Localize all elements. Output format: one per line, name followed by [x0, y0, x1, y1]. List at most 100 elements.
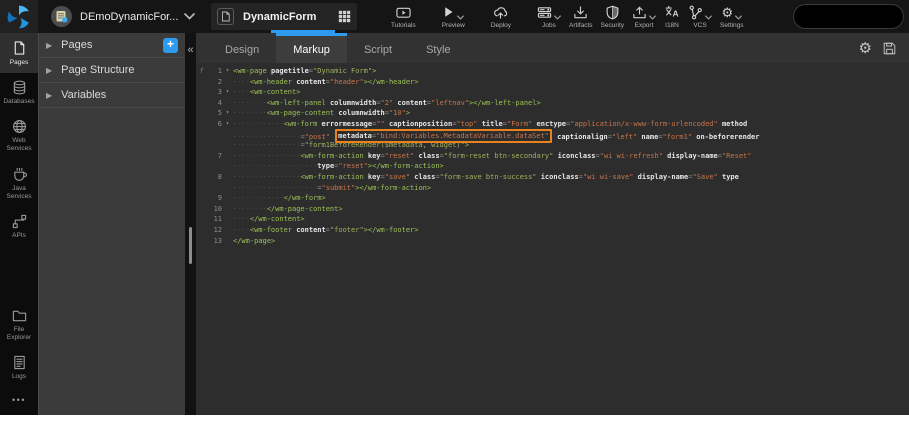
- fold-caret-icon: [222, 172, 233, 183]
- menu-item-artifacts[interactable]: Artifacts: [565, 2, 596, 32]
- sidebar-item-apis[interactable]: APIs: [0, 207, 38, 246]
- sidebar-item-label: Java Services: [1, 185, 37, 201]
- markup-code-editor[interactable]: f1▾<wm-page pagetitle="Dynamic Form">2··…: [196, 63, 909, 415]
- grid-icon[interactable]: [338, 10, 351, 23]
- code-line: ····<wm-footer content="footer"></wm-foo…: [233, 225, 909, 236]
- sidebar-item-file-explorer[interactable]: File Explorer: [0, 301, 38, 348]
- line-number: 8: [207, 172, 222, 183]
- page-tab-title: DynamicForm: [243, 11, 338, 23]
- gutter-marker: [196, 130, 207, 141]
- code-line: ····<wm-header content="header"></wm-hea…: [233, 77, 909, 88]
- explorer-section-page-structure[interactable]: ▶Page Structure: [39, 58, 185, 83]
- menu-item-jobs[interactable]: Jobs: [533, 2, 565, 32]
- code-line: ····<wm-content>: [233, 87, 909, 98]
- settings-icon: ⚙: [721, 5, 742, 20]
- explorer-section-label: Variables: [61, 89, 178, 101]
- fold-caret-icon[interactable]: ▾: [222, 66, 233, 77]
- code-row: 11····</wm-content>: [196, 214, 909, 225]
- gutter: f1▾: [196, 66, 233, 77]
- fold-caret-icon: [222, 77, 233, 88]
- code-line: ············</wm-form>: [233, 193, 909, 204]
- line-number: 4: [207, 98, 222, 109]
- wavemaker-studio: DEmoDynamicFor... DynamicForm: [0, 0, 909, 421]
- menu-item-export[interactable]: Export: [628, 2, 660, 32]
- menu-item-i18n[interactable]: AI18N: [660, 2, 684, 32]
- code-row: 8 ················<wm-form-action key="sa…: [196, 172, 909, 183]
- wavemaker-logo[interactable]: [0, 0, 38, 33]
- artifacts-icon: [573, 5, 588, 20]
- explorer-section-variables[interactable]: ▶Variables: [39, 83, 185, 108]
- user-account-area[interactable]: [793, 4, 904, 29]
- fold-caret-icon: [222, 161, 233, 172]
- databases-icon: [12, 80, 27, 95]
- line-number: 1: [207, 66, 222, 77]
- code-row: 9············</wm-form>: [196, 193, 909, 204]
- gutter-marker: [196, 183, 207, 194]
- menu-item-label: Preview: [442, 22, 465, 29]
- save-icon[interactable]: [883, 42, 896, 55]
- sidebar-item-label: File Explorer: [1, 326, 37, 342]
- menu-item-preview[interactable]: Preview: [438, 2, 469, 32]
- sidebar-item-databases[interactable]: Databases: [0, 73, 38, 112]
- scrollbar-thumb[interactable]: [189, 227, 192, 264]
- menu-item-label: Tutorials: [391, 22, 416, 29]
- sidebar-item-label: Web Services: [1, 137, 37, 153]
- gutter: 9: [196, 193, 233, 204]
- menu-item-label: VCS: [693, 22, 706, 29]
- tab-design[interactable]: Design: [208, 33, 276, 63]
- apis-icon: [12, 214, 27, 229]
- fold-caret-icon[interactable]: ▾: [222, 108, 233, 119]
- sidebar-item-pages[interactable]: Pages: [0, 33, 38, 73]
- fold-caret-icon: [222, 151, 233, 162]
- code-line: <wm-page pagetitle="Dynamic Form">: [233, 66, 909, 77]
- gutter-marker: [196, 119, 207, 130]
- chevron-down-icon: [649, 15, 656, 20]
- line-number: 10: [207, 204, 222, 215]
- sidebar-item-java-services[interactable]: Java Services: [0, 160, 38, 207]
- sidebar-item-web-services[interactable]: Web Services: [0, 112, 38, 159]
- code-row: 3▾····<wm-content>: [196, 87, 909, 98]
- code-line: ················<wm-form-action key="sav…: [233, 172, 909, 183]
- menu-item-tutorials[interactable]: Tutorials: [387, 2, 420, 32]
- menu-item-security[interactable]: Security: [597, 2, 628, 32]
- editor-settings-icon[interactable]: ⚙: [859, 41, 872, 56]
- page-tab-dynamicform[interactable]: DynamicForm: [211, 3, 357, 30]
- menu-item-deploy[interactable]: Deploy: [487, 2, 515, 32]
- menu-item-settings[interactable]: ⚙Settings: [716, 2, 748, 32]
- gutter: [196, 161, 233, 172]
- explorer-panel: ▶Pages+▶Page Structure▶Variables: [38, 33, 185, 415]
- menu-item-vcs[interactable]: VCS: [684, 2, 716, 32]
- code-line: ············<wm-form errormessage="" cap…: [233, 119, 909, 130]
- tab-script[interactable]: Script: [347, 33, 409, 63]
- chevron-down-icon: [705, 15, 712, 20]
- vcs-icon: [688, 5, 712, 20]
- chevron-down-icon: [457, 15, 464, 20]
- add-page-button[interactable]: +: [163, 38, 178, 53]
- collapse-panel-icon[interactable]: «: [185, 44, 196, 56]
- tab-style[interactable]: Style: [409, 33, 467, 63]
- code-row: 4········<wm-left-panel columnwidth="2" …: [196, 98, 909, 109]
- code-row: 10········</wm-page-content>: [196, 204, 909, 215]
- sidebar-item-label: APIs: [12, 232, 26, 240]
- menu-item-label: Jobs: [542, 22, 556, 29]
- code-line: ····</wm-content>: [233, 214, 909, 225]
- fold-caret-icon: [222, 98, 233, 109]
- project-selector[interactable]: DEmoDynamicFor...: [51, 6, 199, 27]
- more-options-icon[interactable]: •••: [0, 387, 38, 415]
- explorer-section-pages[interactable]: ▶Pages+: [39, 33, 185, 58]
- editor-actions: ⚙: [859, 33, 896, 63]
- sidebar-item-logs[interactable]: Logs: [0, 348, 38, 387]
- i18n-icon: A: [664, 5, 680, 20]
- tab-markup[interactable]: Markup: [276, 33, 347, 63]
- fold-caret-icon[interactable]: ▾: [222, 119, 233, 130]
- export-icon: [632, 5, 656, 20]
- line-number: 13: [207, 236, 222, 247]
- sidebar-item-label: Logs: [12, 373, 26, 381]
- fold-caret-icon[interactable]: ▾: [222, 87, 233, 98]
- panel-collapse-strip: «: [185, 33, 196, 415]
- code-row: 13</wm-page>: [196, 236, 909, 247]
- menu-item-label: Deploy: [491, 22, 511, 29]
- gutter: 11: [196, 214, 233, 225]
- chevron-down-icon[interactable]: [184, 13, 195, 20]
- preview-icon: [442, 5, 464, 20]
